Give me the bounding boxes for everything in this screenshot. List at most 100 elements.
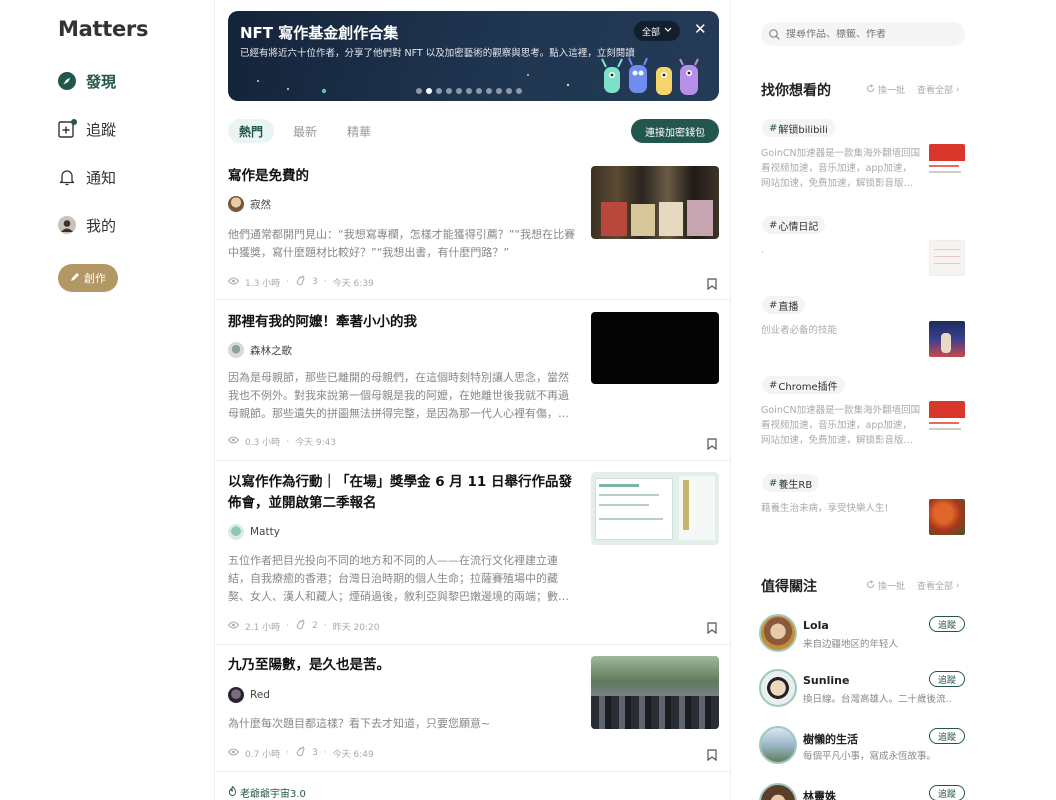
carousel-dot[interactable]	[506, 88, 512, 94]
tab-latest[interactable]: 最新	[282, 119, 328, 143]
circle-link-label: 老爺爺宇宙3.0	[240, 789, 306, 800]
user-name[interactable]: 林靈姝	[803, 788, 836, 800]
avatar[interactable]	[759, 726, 797, 764]
article-card[interactable]: 寫作是免費的 寂然 他們通常都開門見山：“我想寫專欄，怎樣才能獲得引薦？”“我想…	[215, 153, 730, 300]
banner-filter-dropdown[interactable]: 全部	[634, 21, 681, 41]
create-button[interactable]: 創作	[58, 264, 118, 292]
follow-button[interactable]: 追蹤	[929, 671, 965, 687]
user-name[interactable]: Lola	[803, 619, 829, 632]
bookmark-icon[interactable]	[707, 275, 717, 291]
article-summary: 他們通常都開門見山：“我想寫專欄，怎樣才能獲得引薦？”“我想在比賽中獲獎，寫什麼…	[228, 228, 576, 259]
article-thumbnail[interactable]	[591, 656, 719, 729]
article-author[interactable]: 寂然	[228, 196, 271, 212]
nav-item-label: 發現	[86, 72, 117, 91]
carousel-dot[interactable]	[436, 88, 442, 94]
article-title[interactable]: 以寫作作為行動｜「在場」獎學金 6 月 11 日舉行作品發佈會，並開啟第二季報名	[228, 472, 580, 514]
author-name: Matty	[250, 526, 280, 538]
shuffle-label: 換一批	[878, 86, 906, 96]
shuffle-users-button[interactable]: 換一批	[866, 579, 905, 592]
user-name[interactable]: Sunline	[803, 674, 849, 687]
search-bar[interactable]	[761, 22, 965, 46]
shuffle-tags-button[interactable]: 換一批	[866, 83, 905, 96]
banner-description: 已經有將近六十位作者，分享了他們對 NFT 以及加密藝術的觀察與思考。點入這裡，…	[240, 48, 635, 59]
carousel-dot[interactable]	[496, 88, 502, 94]
bookmark-icon[interactable]	[707, 619, 717, 635]
user-bio: 換日線。台灣高雄人。二十歲後流…	[803, 694, 953, 705]
user-recommendation[interactable]: 林靈姝 追蹤	[759, 783, 965, 800]
carousel-dot[interactable]	[516, 88, 522, 94]
user-recommendation[interactable]: Lola 来自边疆地区的年轻人 追蹤	[759, 614, 965, 658]
banner-title: NFT 寫作基金創作合集	[240, 24, 399, 42]
article-summary: 因為是母親節，那些已離開的母親們，在這個時刻特別讓人思念，當然我也不例外。對我來…	[228, 371, 569, 420]
article-title[interactable]: 那裡有我的阿嬤！牽著小小的我	[228, 312, 580, 333]
tag-thumbnail[interactable]	[929, 240, 965, 276]
read-time-icon	[227, 436, 240, 447]
article-thumbnail[interactable]	[591, 166, 719, 239]
tag-chip[interactable]: # 解锁bilibili	[762, 119, 835, 137]
connect-wallet-button[interactable]: 連接加密錢包	[631, 119, 719, 143]
search-input[interactable]	[786, 28, 956, 40]
tag-thumbnail[interactable]	[929, 401, 965, 437]
tag-description: .	[761, 245, 765, 256]
carousel-dot[interactable]	[446, 88, 452, 94]
article-title[interactable]: 寫作是免費的	[228, 166, 580, 187]
carousel-dot[interactable]	[466, 88, 472, 94]
clap-icon	[295, 275, 306, 289]
tags-section-title: 找你想看的	[761, 83, 831, 99]
article-author[interactable]: 森林之歌	[228, 342, 292, 358]
tag-chip[interactable]: # 心情日記	[762, 216, 826, 234]
tag-thumbnail[interactable]	[929, 321, 965, 357]
bell-icon	[57, 167, 77, 187]
carousel-dot[interactable]	[456, 88, 462, 94]
close-icon[interactable]: ✕	[694, 19, 707, 39]
bookmark-icon[interactable]	[707, 746, 717, 762]
article-card[interactable]: 那裡有我的阿嬤！牽著小小的我 森林之歌 因為是母親節，那些已離開的母親們，在這個…	[215, 300, 730, 461]
carousel-dot[interactable]	[476, 88, 482, 94]
article-thumbnail[interactable]	[591, 472, 719, 545]
view-all-tags-link[interactable]: 查看全部 ›	[917, 83, 960, 97]
bookmark-icon[interactable]	[707, 435, 717, 451]
circle-link[interactable]: 老爺爺宇宙3.0	[228, 785, 306, 800]
view-all-users-link[interactable]: 查看全部 ›	[917, 579, 960, 593]
tag-thumbnail[interactable]	[929, 144, 965, 180]
follow-button[interactable]: 追蹤	[929, 616, 965, 632]
carousel-dot[interactable]	[426, 88, 432, 94]
follow-button[interactable]: 追蹤	[929, 728, 965, 744]
tag-thumbnail[interactable]	[929, 499, 965, 535]
user-recommendation[interactable]: Sunline 換日線。台灣高雄人。二十歲後流… 追蹤	[759, 669, 965, 713]
nav-item-me[interactable]: 我的	[57, 213, 116, 237]
avatar[interactable]	[759, 783, 797, 800]
create-label: 創作	[84, 272, 106, 285]
avatar	[228, 342, 244, 358]
article-meta: 2.1 小時 · 2 · 昨天 20:20	[227, 619, 379, 633]
tab-featured[interactable]: 精華	[336, 119, 382, 143]
left-navigation: Matters 發現 追蹤 通知 我的 創作	[0, 0, 214, 800]
search-icon	[769, 25, 780, 44]
tab-hot[interactable]: 熱門	[228, 119, 275, 143]
logo[interactable]: Matters	[58, 17, 148, 41]
article-card[interactable]: 以寫作作為行動｜「在場」獎學金 6 月 11 日舉行作品發佈會，並開啟第二季報名…	[215, 461, 730, 645]
tag-chip[interactable]: # Chrome插件	[762, 376, 845, 394]
nft-banner[interactable]: NFT 寫作基金創作合集 已經有將近六十位作者，分享了他們對 NFT 以及加密藝…	[228, 11, 719, 101]
article-author[interactable]: Red	[228, 687, 270, 703]
nav-item-following[interactable]: 追蹤	[57, 117, 116, 141]
article-card[interactable]: 九乃至陽數，是久也是苦。 Red 為什麼每次題目都這樣？看下去才知道，只要您願意…	[215, 645, 730, 772]
avatar[interactable]	[759, 614, 797, 652]
article-author[interactable]: Matty	[228, 524, 280, 540]
carousel-dot[interactable]	[416, 88, 422, 94]
user-bio: 每個平凡小事，寫成永恆故事。	[803, 751, 937, 762]
feed-tabs: 熱門 最新 精華 連接加密錢包	[228, 119, 719, 143]
follow-button[interactable]: 追蹤	[929, 785, 965, 800]
nav-item-discover[interactable]: 發現	[57, 69, 116, 93]
article-thumbnail[interactable]	[591, 312, 719, 384]
filter-label: 全部	[642, 27, 661, 38]
tag-chip[interactable]: # 養生RB	[762, 474, 820, 492]
tag-chip[interactable]: # 直播	[762, 296, 806, 314]
chevron-down-icon	[664, 26, 672, 36]
user-name[interactable]: 樹懶的生活	[803, 731, 858, 747]
carousel-dot[interactable]	[486, 88, 492, 94]
nav-item-notifications[interactable]: 通知	[57, 165, 116, 189]
avatar[interactable]	[759, 669, 797, 707]
user-recommendation[interactable]: 樹懶的生活 每個平凡小事，寫成永恆故事。 追蹤	[759, 726, 965, 770]
article-title[interactable]: 九乃至陽數，是久也是苦。	[228, 655, 580, 676]
